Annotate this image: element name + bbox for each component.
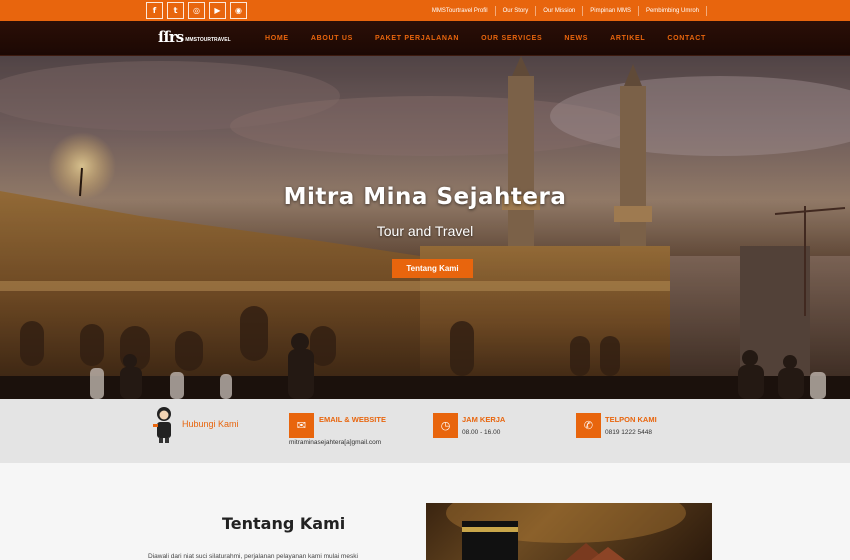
envelope-icon: ✉ [289, 413, 314, 438]
rss-icon[interactable]: ◉ [230, 2, 247, 19]
kaaba-image [426, 503, 712, 560]
nav-about-us[interactable]: ABOUT US [311, 35, 353, 42]
email-value[interactable]: mitraminasejahtera[a]gmail.com [289, 439, 381, 446]
contact-strip: Hubungi Kami ✉ EMAIL & WEBSITE mitramina… [0, 399, 850, 463]
top-link-profil[interactable]: MMSTourtravel Profil [425, 5, 496, 16]
hubungi-kami-label: Hubungi Kami [182, 419, 239, 429]
phone-icon: ✆ [576, 413, 601, 438]
main-navbar: ſſrs MMSTOURTRAVEL HOME ABOUT US PAKET P… [0, 21, 850, 56]
kaaba-illustration [446, 503, 686, 560]
main-menu: HOME ABOUT US PAKET PERJALANAN OUR SERVI… [265, 21, 706, 56]
site-logo[interactable]: ſſrs MMSTOURTRAVEL [158, 30, 231, 45]
top-link-pembimbing[interactable]: Pembimbing Umroh [639, 5, 707, 16]
hero-banner: Mitra Mina Sejahtera Tour and Travel Ten… [0, 56, 850, 399]
top-links: MMSTourtravel Profil Our Story Our Missi… [425, 0, 707, 21]
tentang-kami-button[interactable]: Tentang Kami [392, 259, 473, 278]
hubungi-kami[interactable]: Hubungi Kami [152, 405, 239, 443]
nav-our-services[interactable]: OUR SERVICES [481, 35, 542, 42]
hours-heading: JAM KERJA [462, 415, 506, 424]
phone-value[interactable]: 0819 1222 5448 [605, 429, 652, 436]
nav-paket-perjalanan[interactable]: PAKET PERJALANAN [375, 35, 459, 42]
top-bar: f t ◎ ▶ ◉ MMSTourtravel Profil Our Story… [0, 0, 850, 21]
logo-text: MMSTOURTRAVEL [185, 37, 231, 43]
mascot-icon [153, 407, 171, 443]
email-heading: EMAIL & WEBSITE [319, 415, 386, 424]
nav-contact[interactable]: CONTACT [667, 35, 706, 42]
social-links: f t ◎ ▶ ◉ [146, 2, 247, 19]
top-link-mission[interactable]: Our Mission [536, 5, 584, 16]
clock-icon: ◷ [433, 413, 458, 438]
twitter-icon[interactable]: t [167, 2, 184, 19]
phone-heading: TELPON KAMI [605, 415, 657, 424]
youtube-icon[interactable]: ▶ [209, 2, 226, 19]
top-link-pimpinan[interactable]: Pimpinan MMS [583, 5, 639, 16]
about-title: Tentang Kami [222, 514, 346, 533]
about-text: Diawali dari niat suci silaturahmi, perj… [148, 553, 358, 560]
about-section: Tentang Kami Diawali dari niat suci sila… [0, 463, 850, 560]
logo-mark: ſſrs [158, 28, 184, 46]
nav-news[interactable]: NEWS [564, 35, 588, 42]
hours-value: 08.00 - 16.00 [462, 429, 501, 436]
nav-artikel[interactable]: ARTIKEL [610, 35, 645, 42]
top-link-story[interactable]: Our Story [496, 5, 537, 16]
hero-title: Mitra Mina Sejahtera [283, 184, 567, 210]
nav-home[interactable]: HOME [265, 35, 289, 42]
hero-subtitle: Tour and Travel [376, 223, 474, 239]
instagram-icon[interactable]: ◎ [188, 2, 205, 19]
facebook-icon[interactable]: f [146, 2, 163, 19]
